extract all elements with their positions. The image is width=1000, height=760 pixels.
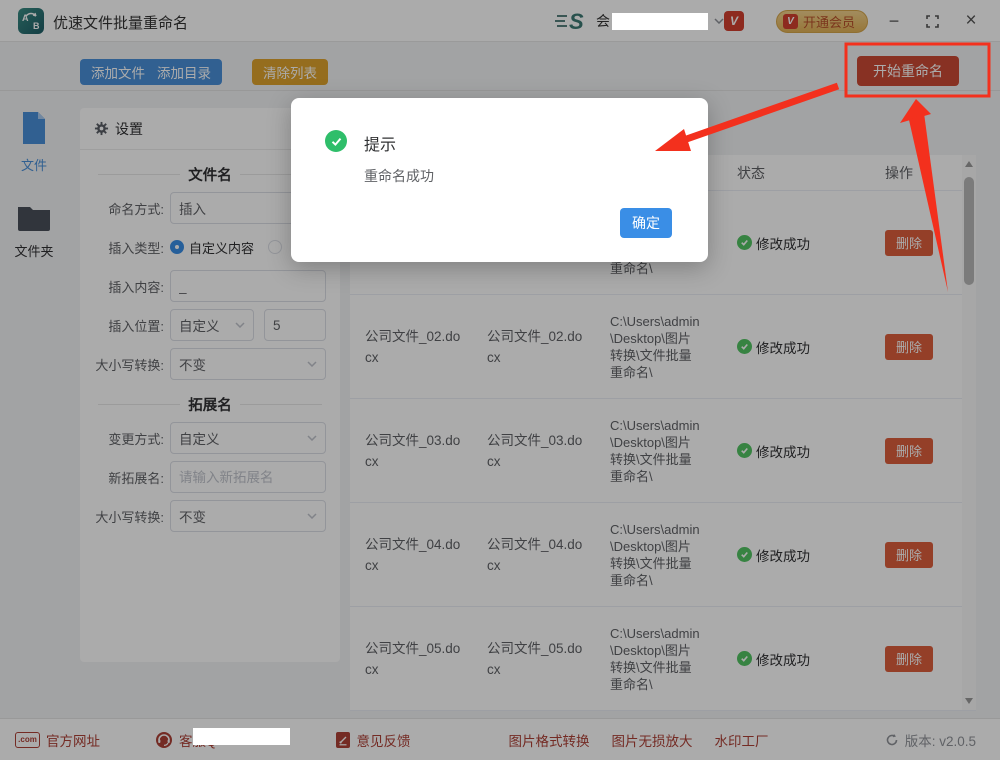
tip-dialog: 提示 重命名成功 确定 [291,98,708,262]
account-redaction-box [612,13,708,30]
success-check-icon [325,130,347,152]
app-window: A B 优速文件批量重命名 S 会 V V 开通会员 − × 添加文件 添加目录… [0,0,1000,760]
dialog-message: 重命名成功 [364,168,434,184]
dialog-title: 提示 [364,137,397,154]
qq-redaction-box [193,728,290,745]
dialog-ok-button[interactable]: 确定 [620,208,672,238]
